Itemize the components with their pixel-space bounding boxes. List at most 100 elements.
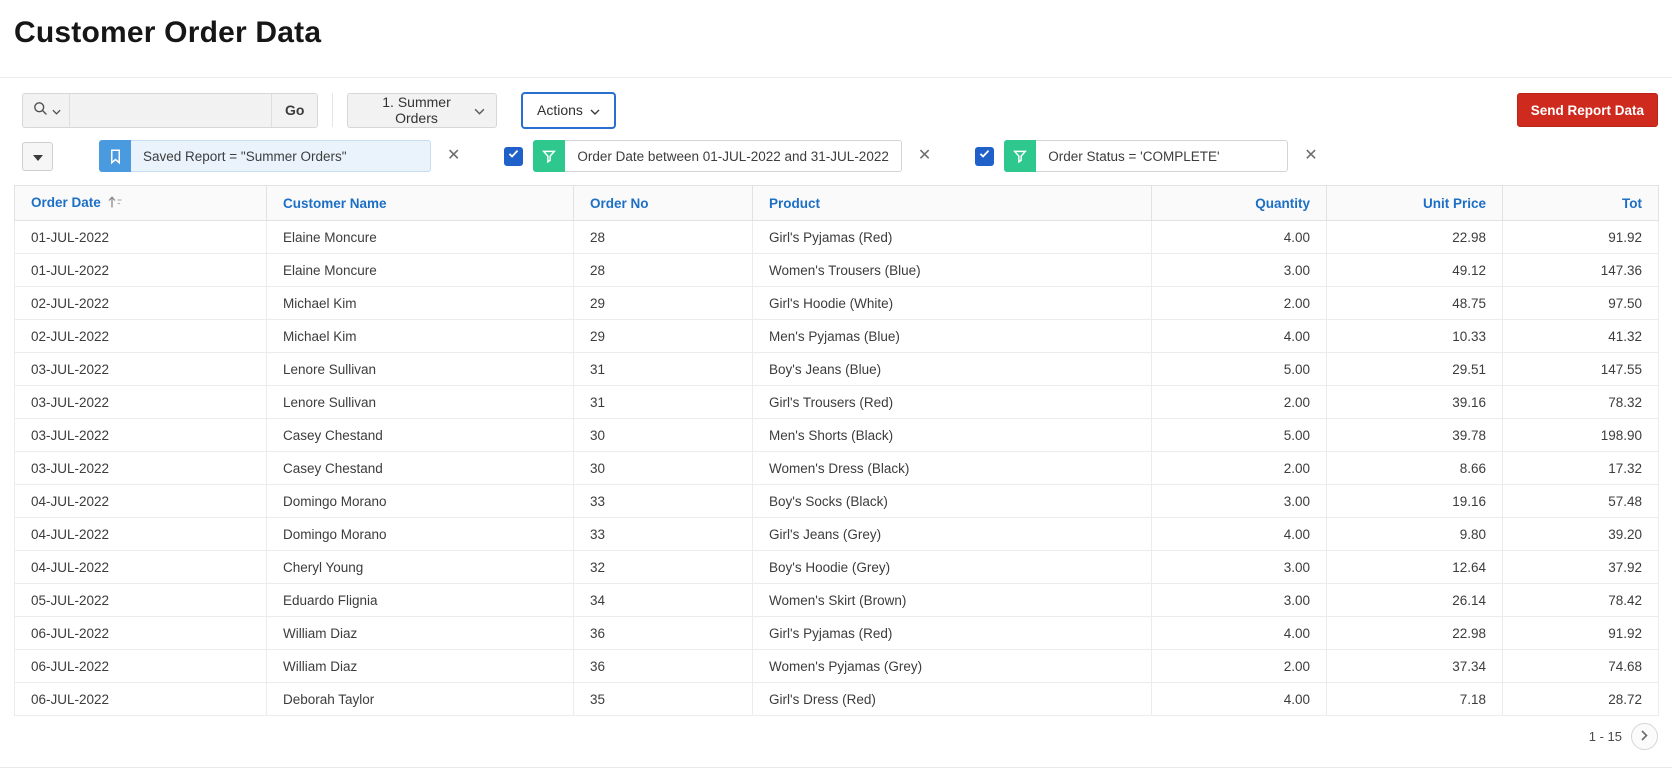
table-cell: 37.92 xyxy=(1502,550,1659,584)
go-button[interactable]: Go xyxy=(271,93,317,127)
column-header-order-date[interactable]: Order Date xyxy=(14,185,267,221)
table-cell: Casey Chestand xyxy=(266,451,574,485)
search-group: Go xyxy=(22,92,318,128)
table-row[interactable]: 04-JUL-2022 Cheryl Young 32 Boy's Hoodie (G… xyxy=(14,550,1659,584)
column-header-unit-price[interactable]: Unit Price xyxy=(1326,185,1503,221)
table-row[interactable]: 06-JUL-2022 William Diaz 36 Girl's Pyjamas … xyxy=(14,616,1659,650)
table-cell: 3.00 xyxy=(1151,253,1327,287)
table-cell: Men's Shorts (Black) xyxy=(752,418,1152,452)
table-cell: 22.98 xyxy=(1326,220,1503,254)
table-cell: 36 xyxy=(573,616,753,650)
table-body: 01-JUL-2022 Elaine Moncure 28 Girl's Pyjama… xyxy=(14,220,1659,716)
table-cell: 06-JUL-2022 xyxy=(14,649,267,683)
pagination-range: 1 - 15 xyxy=(1588,729,1622,744)
table-cell: 01-JUL-2022 xyxy=(14,253,267,287)
orders-table: Order Date Customer Name Order No Product Qu… xyxy=(14,185,1659,716)
column-header-label: Customer Name xyxy=(283,195,387,211)
filter-funnel-icon xyxy=(533,140,566,172)
table-cell: 7.18 xyxy=(1326,682,1503,716)
report-toolbar: Go 1. Summer Orders Actions Send Report … xyxy=(0,78,1672,136)
column-header-quantity[interactable]: Quantity xyxy=(1151,185,1327,221)
table-cell: 30 xyxy=(573,418,753,452)
table-cell: 34 xyxy=(573,583,753,617)
table-cell: 97.50 xyxy=(1502,286,1659,320)
filter-checkbox-order-status[interactable] xyxy=(975,146,995,166)
filters-collapse-button[interactable] xyxy=(22,141,53,171)
search-icon xyxy=(32,100,49,120)
page-title: Customer Order Data xyxy=(14,16,322,49)
saved-report-select[interactable]: 1. Summer Orders xyxy=(347,92,497,128)
table-cell: 9.80 xyxy=(1326,517,1503,551)
table-cell: 33 xyxy=(573,484,753,518)
table-cell: 37.34 xyxy=(1326,649,1503,683)
table-row[interactable]: 04-JUL-2022 Domingo Morano 33 Girl's Jeans … xyxy=(14,517,1659,551)
table-cell: 4.00 xyxy=(1151,319,1327,353)
table-row[interactable]: 03-JUL-2022 Lenore Sullivan 31 Girl's Trous… xyxy=(14,385,1659,419)
table-cell: 31 xyxy=(573,385,753,419)
sort-ascending-icon xyxy=(107,195,123,212)
remove-filter-order-date-button[interactable]: ✕ xyxy=(916,146,933,166)
column-header-label: Order No xyxy=(590,195,649,211)
table-row[interactable]: 06-JUL-2022 William Diaz 36 Women's Pyjamas… xyxy=(14,649,1659,683)
table-cell: Women's Trousers (Blue) xyxy=(752,253,1152,287)
table-cell: 49.12 xyxy=(1326,253,1503,287)
saved-report-chip[interactable]: Saved Report = "Summer Orders" xyxy=(99,140,431,172)
table-cell: Girl's Pyjamas (Red) xyxy=(752,616,1152,650)
filter-funnel-icon xyxy=(1004,140,1037,172)
table-cell: 2.00 xyxy=(1151,385,1327,419)
actions-button-label: Actions xyxy=(537,102,583,118)
table-cell: 3.00 xyxy=(1151,550,1327,584)
table-row[interactable]: 04-JUL-2022 Domingo Morano 33 Boy's Socks (… xyxy=(14,484,1659,518)
actions-button[interactable]: Actions xyxy=(521,91,616,129)
table-cell: 03-JUL-2022 xyxy=(14,451,267,485)
column-header-order-no[interactable]: Order No xyxy=(573,185,753,221)
column-header-product[interactable]: Product xyxy=(752,185,1152,221)
table-cell: Women's Pyjamas (Grey) xyxy=(752,649,1152,683)
table-cell: 3.00 xyxy=(1151,484,1327,518)
table-cell: 30 xyxy=(573,451,753,485)
table-row[interactable]: 06-JUL-2022 Deborah Taylor 35 Girl's Dress … xyxy=(14,682,1659,716)
table-cell: 3.00 xyxy=(1151,583,1327,617)
table-cell: Casey Chestand xyxy=(266,418,574,452)
table-cell: William Diaz xyxy=(266,616,574,650)
filter-checkbox-order-date[interactable] xyxy=(504,146,524,166)
table-cell: 03-JUL-2022 xyxy=(14,418,267,452)
filter-chip-order-date[interactable]: Order Date between 01-JUL-2022 and 31-JU… xyxy=(533,140,902,172)
table-row[interactable]: 05-JUL-2022 Eduardo Flignia 34 Women's Skir… xyxy=(14,583,1659,617)
table-cell: 2.00 xyxy=(1151,451,1327,485)
search-options-button[interactable] xyxy=(23,93,71,127)
table-cell: 28.72 xyxy=(1502,682,1659,716)
table-cell: Elaine Moncure xyxy=(266,220,574,254)
table-cell: 39.16 xyxy=(1326,385,1503,419)
remove-filter-order-status-button[interactable]: ✕ xyxy=(1302,146,1319,166)
table-cell: 19.16 xyxy=(1326,484,1503,518)
remove-saved-report-button[interactable]: ✕ xyxy=(445,146,462,166)
table-row[interactable]: 01-JUL-2022 Elaine Moncure 28 Women's Trous… xyxy=(14,253,1659,287)
table-cell: 03-JUL-2022 xyxy=(14,385,267,419)
column-header-tot[interactable]: Tot xyxy=(1502,185,1659,221)
check-icon xyxy=(507,147,520,165)
table-cell: 5.00 xyxy=(1151,352,1327,386)
table-cell: 4.00 xyxy=(1151,616,1327,650)
table-cell: 04-JUL-2022 xyxy=(14,517,267,551)
table-cell: 32 xyxy=(573,550,753,584)
search-input[interactable] xyxy=(70,93,272,127)
table-cell: Lenore Sullivan xyxy=(266,385,574,419)
table-row[interactable]: 01-JUL-2022 Elaine Moncure 28 Girl's Pyjama… xyxy=(14,220,1659,254)
next-page-button[interactable] xyxy=(1631,723,1658,750)
pagination: 1 - 15 xyxy=(14,723,1658,750)
table-row[interactable]: 03-JUL-2022 Casey Chestand 30 Men's Shorts … xyxy=(14,418,1659,452)
table-cell: 06-JUL-2022 xyxy=(14,616,267,650)
table-row[interactable]: 03-JUL-2022 Casey Chestand 30 Women's Dress… xyxy=(14,451,1659,485)
table-cell: 01-JUL-2022 xyxy=(14,220,267,254)
table-cell: Boy's Socks (Black) xyxy=(752,484,1152,518)
column-header-customer-name[interactable]: Customer Name xyxy=(266,185,574,221)
table-cell: 8.66 xyxy=(1326,451,1503,485)
table-row[interactable]: 02-JUL-2022 Michael Kim 29 Men's Pyjamas (B… xyxy=(14,319,1659,353)
table-row[interactable]: 03-JUL-2022 Lenore Sullivan 31 Boy's Jeans … xyxy=(14,352,1659,386)
table-row[interactable]: 02-JUL-2022 Michael Kim 29 Girl's Hoodie (W… xyxy=(14,286,1659,320)
table-cell: 147.36 xyxy=(1502,253,1659,287)
filter-chip-order-status[interactable]: Order Status = 'COMPLETE' xyxy=(1004,140,1289,172)
send-report-data-button[interactable]: Send Report Data xyxy=(1516,93,1658,127)
table-cell: Domingo Morano xyxy=(266,484,574,518)
